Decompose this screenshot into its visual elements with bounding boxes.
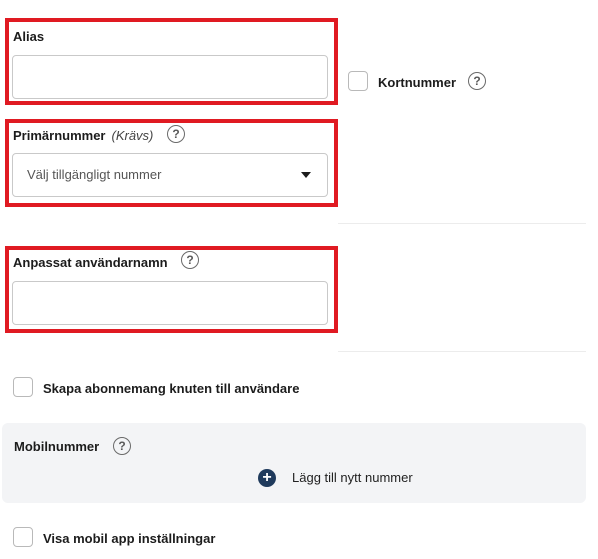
add-number-button[interactable]: Lägg till nytt nummer bbox=[292, 470, 413, 485]
custom-username-help-icon[interactable]: ? bbox=[181, 251, 199, 269]
required-marker: (Krävs) bbox=[111, 128, 154, 143]
divider-1 bbox=[338, 223, 586, 224]
primary-number-placeholder: Välj tillgängligt nummer bbox=[27, 167, 162, 182]
mobile-app-label: Visa mobil app inställningar bbox=[43, 531, 216, 546]
short-number-checkbox[interactable] bbox=[348, 71, 368, 91]
mobile-number-help-icon[interactable]: ? bbox=[113, 437, 131, 455]
short-number-help-icon[interactable]: ? bbox=[468, 72, 486, 90]
mobile-app-checkbox[interactable] bbox=[13, 527, 33, 547]
custom-username-label: Anpassat användarnamn bbox=[13, 255, 168, 270]
primary-number-help-icon[interactable]: ? bbox=[167, 125, 185, 143]
mobile-number-label: Mobilnummer bbox=[14, 439, 100, 454]
primary-number-label-text: Primärnummer bbox=[13, 128, 106, 143]
divider-2 bbox=[338, 351, 586, 352]
short-number-label: Kortnummer bbox=[378, 75, 457, 90]
chevron-down-icon bbox=[301, 172, 311, 178]
alias-input[interactable] bbox=[12, 55, 328, 99]
subscription-label: Skapa abonnemang knuten till användare bbox=[43, 381, 300, 396]
primary-number-label: Primärnummer (Krävs) bbox=[13, 128, 153, 143]
add-number-icon[interactable]: + bbox=[258, 469, 276, 487]
primary-number-select[interactable]: Välj tillgängligt nummer bbox=[12, 153, 328, 197]
mobile-number-panel bbox=[2, 423, 586, 503]
alias-label: Alias bbox=[13, 29, 45, 44]
custom-username-input[interactable] bbox=[12, 281, 328, 325]
subscription-checkbox[interactable] bbox=[13, 377, 33, 397]
